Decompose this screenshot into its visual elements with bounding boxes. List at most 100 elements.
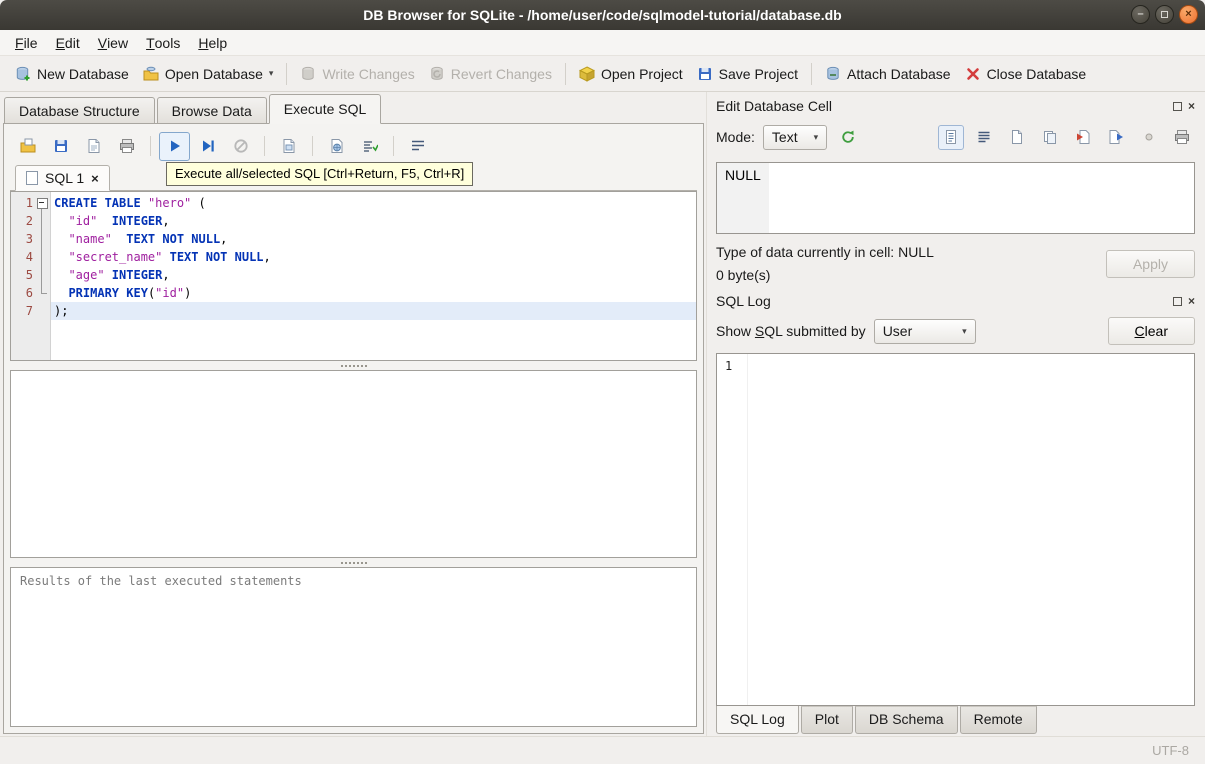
results-log[interactable]: Results of the last executed statements [10, 567, 697, 727]
execute-sql-pane: Execute all/selected SQL [Ctrl+Return, F… [3, 123, 704, 734]
export-cell-button[interactable] [1103, 125, 1129, 150]
cell-size-info: 0 byte(s) [716, 267, 771, 283]
new-database-icon [16, 66, 30, 80]
tab-sql-log[interactable]: SQL Log [716, 705, 799, 734]
refresh-cell-button[interactable] [835, 125, 861, 150]
line-number: 3 [25, 232, 33, 246]
dock-close-icon[interactable]: × [1188, 295, 1195, 307]
new-database-button[interactable]: New Database [8, 62, 136, 86]
format-sql-button[interactable] [354, 132, 385, 161]
cell-type-info: Type of data currently in cell: NULL [716, 244, 934, 260]
fold-guide [33, 266, 51, 284]
align-justify-icon [978, 131, 990, 143]
menu-tools[interactable]: Tools [137, 30, 189, 55]
print-cell-button[interactable] [1169, 125, 1195, 150]
clear-log-button[interactable]: Clear [1107, 317, 1195, 345]
subtab-sql1[interactable]: SQL 1 × [15, 165, 110, 191]
word-wrap-button[interactable] [402, 132, 433, 161]
close-database-button[interactable]: Close Database [958, 62, 1094, 86]
menu-file[interactable]: File [6, 30, 47, 55]
write-changes-label: Write Changes [322, 65, 415, 82]
sql-toolbar-separator [150, 136, 151, 156]
load-sql-button[interactable] [321, 132, 352, 161]
maximize-button[interactable] [1155, 5, 1174, 24]
export-results-button[interactable] [273, 132, 304, 161]
tab-remote[interactable]: Remote [959, 706, 1037, 734]
code-text: "age" INTEGER, [68, 268, 170, 282]
editor-line[interactable]: 1 CREATE TABLE "hero" ( [11, 194, 696, 212]
import-cell-button[interactable] [1070, 125, 1096, 150]
save-sql-as-button[interactable] [78, 132, 109, 161]
open-project-button[interactable]: Open Project [572, 62, 690, 86]
tab-execute-sql[interactable]: Execute SQL [268, 94, 382, 124]
editor-line[interactable]: 7); [11, 302, 696, 320]
results-grid[interactable] [10, 370, 697, 558]
submitted-by-combo[interactable]: User ▾ [873, 318, 976, 344]
save-sql-file-button[interactable] [45, 132, 76, 161]
stop-icon [233, 139, 248, 153]
execute-line-button[interactable] [192, 132, 223, 161]
editor-lines: 1 CREATE TABLE "hero" (2 "id" INTEGER, 3 "… [11, 194, 696, 320]
fold-marker-icon[interactable] [33, 194, 51, 212]
menu-view[interactable]: View [89, 30, 137, 55]
editor-line[interactable]: 6 PRIMARY KEY("id") [11, 284, 696, 302]
edit-cell-toolbar: Mode: Text ▾ [716, 120, 1195, 154]
print-button[interactable] [111, 132, 142, 161]
editor-line[interactable]: 3 "name" TEXT NOT NULL, [11, 230, 696, 248]
print-icon [119, 139, 134, 153]
results-placeholder: Results of the last executed statements [20, 574, 302, 588]
encoding-indicator: UTF-8 [1152, 743, 1189, 758]
subtab-close-icon[interactable]: × [91, 172, 99, 185]
combo-caret-icon: ▾ [813, 131, 819, 142]
copy-cell-button[interactable] [1037, 125, 1063, 150]
execute-all-button[interactable] [159, 131, 190, 161]
open-cell-file-button[interactable] [1004, 125, 1030, 150]
sql-editor[interactable]: 1 CREATE TABLE "hero" (2 "id" INTEGER, 3 "… [10, 191, 697, 361]
close-icon: × [1185, 8, 1192, 20]
close-database-icon [966, 67, 979, 80]
splitter-handle[interactable] [10, 361, 697, 370]
menu-help[interactable]: Help [189, 30, 236, 55]
tab-db-schema[interactable]: DB Schema [854, 706, 958, 734]
set-null-button[interactable] [1136, 125, 1162, 150]
mode-combo[interactable]: Text ▾ [762, 124, 828, 150]
write-changes-button: Write Changes [293, 62, 421, 86]
tab-plot[interactable]: Plot [800, 706, 853, 734]
close-button[interactable]: × [1179, 5, 1198, 24]
editor-line[interactable]: 2 "id" INTEGER, [11, 212, 696, 230]
print-icon [1175, 130, 1189, 144]
sql-log-filter-row: Show SQL submitted by User ▾ Clear [716, 317, 1195, 345]
execute-all-icon [170, 140, 180, 152]
dock-close-icon[interactable]: × [1188, 100, 1195, 112]
line-number: 4 [25, 250, 33, 264]
minimize-button[interactable]: – [1131, 5, 1150, 24]
open-database-dropdown-icon[interactable]: ▾ [269, 68, 274, 79]
attach-database-icon [827, 66, 839, 80]
tab-database-structure[interactable]: Database Structure [4, 97, 155, 123]
fold-guide [33, 284, 51, 302]
editor-line[interactable]: 5 "age" INTEGER, [11, 266, 696, 284]
open-database-button[interactable]: Open Database ▾ [136, 62, 281, 86]
editor-line[interactable]: 4 "secret_name" TEXT NOT NULL, [11, 248, 696, 266]
align-justify-button[interactable] [971, 125, 997, 150]
dock-float-icon[interactable] [1172, 101, 1182, 111]
revert-changes-button: Revert Changes [422, 62, 559, 86]
open-sql-file-button[interactable] [12, 132, 43, 161]
sql-log-area[interactable]: 1 [716, 353, 1195, 706]
splitter-handle[interactable] [10, 558, 697, 567]
main-tabbar: Database Structure Browse Data Execute S… [3, 92, 706, 124]
code-text: ); [51, 302, 696, 320]
text-mode-button[interactable] [938, 124, 964, 150]
edit-cell-header: Edit Database Cell × [716, 94, 1195, 118]
titlebar: DB Browser for SQLite - /home/user/code/… [0, 0, 1205, 30]
cell-icon-group [938, 124, 1195, 150]
menu-edit[interactable]: Edit [47, 30, 89, 55]
sql-toolbar-separator [264, 136, 265, 156]
cell-editor[interactable]: NULL [716, 162, 1195, 234]
execute-line-icon [202, 140, 214, 152]
attach-database-button[interactable]: Attach Database [818, 62, 958, 86]
dock-float-icon[interactable] [1172, 296, 1182, 306]
save-project-button[interactable]: Save Project [690, 62, 805, 86]
minimize-icon: – [1137, 8, 1144, 20]
tab-browse-data[interactable]: Browse Data [156, 97, 267, 123]
